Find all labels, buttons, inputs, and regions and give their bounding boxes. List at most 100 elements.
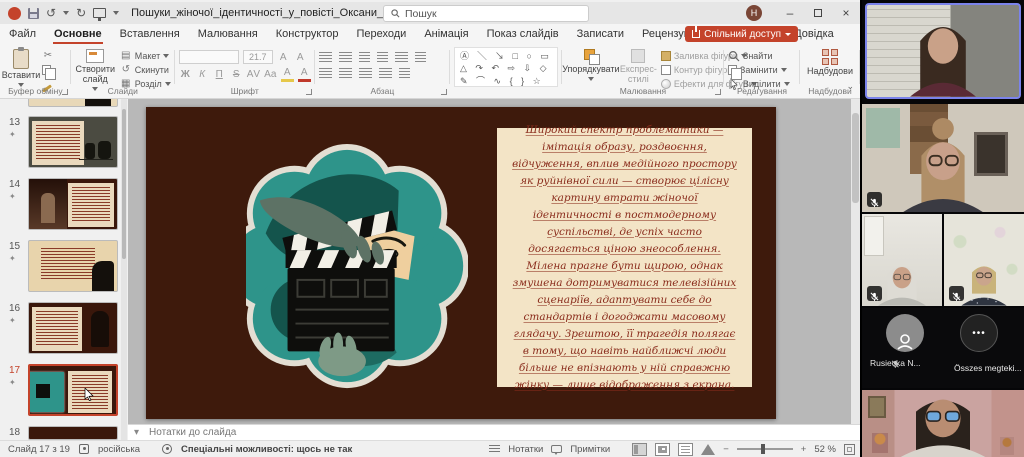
tab-insert[interactable]: Вставлення bbox=[111, 24, 189, 44]
text-direction-icon[interactable] bbox=[415, 52, 426, 63]
accessibility-status[interactable]: Спеціальні можливості: щось не так bbox=[181, 444, 352, 455]
align-right-icon[interactable] bbox=[359, 68, 372, 79]
participants-overflow-row: ••• Rusiecka N... Összes megteki... bbox=[862, 308, 1024, 388]
qat-customize-icon[interactable] bbox=[113, 11, 119, 15]
drawing-dialog-launcher[interactable] bbox=[715, 89, 721, 95]
layout-button[interactable]: ▤Макет bbox=[120, 50, 171, 62]
tab-record[interactable]: Записати bbox=[568, 24, 633, 44]
save-icon[interactable] bbox=[28, 8, 39, 19]
share-button[interactable]: Спільний доступ bbox=[685, 26, 798, 42]
undo-icon[interactable]: ↺ bbox=[46, 7, 56, 19]
person-icon bbox=[886, 332, 924, 352]
zoom-slider[interactable] bbox=[737, 448, 793, 450]
fit-slide-button[interactable] bbox=[844, 444, 855, 455]
shapes-row-3[interactable]: ✎ ⌒ ∿ { } ☆ bbox=[460, 76, 552, 87]
thumbnail-slide-16[interactable]: 16 ✦ bbox=[0, 302, 128, 356]
font-color-button[interactable]: А bbox=[298, 67, 311, 82]
animation-star-icon: ✦ bbox=[9, 254, 16, 263]
numbering-icon[interactable] bbox=[339, 52, 352, 63]
zoom-in-button[interactable]: + bbox=[801, 444, 807, 455]
editor-scrollbar[interactable] bbox=[851, 99, 860, 424]
more-participants-button[interactable]: ••• bbox=[960, 314, 998, 352]
tab-slideshow[interactable]: Показ слайдів bbox=[478, 24, 568, 44]
cut-button[interactable]: ✂ bbox=[42, 50, 54, 62]
font-name-select[interactable] bbox=[179, 50, 239, 64]
columns-icon[interactable] bbox=[399, 68, 410, 79]
justify-icon[interactable] bbox=[379, 68, 392, 79]
notes-bar[interactable]: ▾ Нотатки до слайда bbox=[128, 424, 860, 440]
font-dialog-launcher[interactable] bbox=[306, 89, 312, 95]
video-tile-5[interactable] bbox=[862, 390, 1024, 457]
tab-draw[interactable]: Малювання bbox=[189, 24, 267, 44]
participant-avatar[interactable] bbox=[886, 314, 924, 352]
copy-button[interactable] bbox=[42, 64, 54, 76]
normal-view-button[interactable] bbox=[632, 443, 647, 456]
maximize-button[interactable] bbox=[804, 2, 832, 24]
align-center-icon[interactable] bbox=[339, 68, 352, 79]
font-size-select[interactable]: 21.7 bbox=[243, 50, 273, 64]
thumbnail-scrollbar[interactable] bbox=[121, 99, 127, 440]
view-all-label[interactable]: Összes megteki... bbox=[954, 363, 1022, 373]
start-slideshow-icon[interactable] bbox=[93, 8, 106, 18]
search-input[interactable]: Пошук bbox=[383, 5, 589, 22]
close-button[interactable]: × bbox=[832, 2, 860, 24]
bullets-icon[interactable] bbox=[319, 52, 332, 63]
bold-button[interactable]: Ж bbox=[179, 69, 192, 80]
thumbnail-slide-13[interactable]: 13 ✦ bbox=[0, 116, 128, 170]
zoom-level[interactable]: 52 % bbox=[814, 444, 836, 455]
video-tile-4[interactable] bbox=[944, 214, 1024, 306]
shapes-row-1[interactable]: Ⓐ ╲ ↘ □ ○ ▭ bbox=[460, 51, 552, 62]
italic-button[interactable]: К bbox=[196, 69, 209, 80]
shrink-font-button[interactable]: А bbox=[294, 52, 307, 63]
strikethrough-button[interactable]: S bbox=[230, 69, 243, 80]
paragraph-dialog-launcher[interactable] bbox=[441, 89, 447, 95]
line-spacing-icon[interactable] bbox=[395, 52, 408, 63]
shapes-gallery[interactable]: Ⓐ ╲ ↘ □ ○ ▭ △ ↷ ↶ ⇨ ⇩ ◇ ✎ ⌒ ∿ { } ☆ bbox=[454, 47, 558, 87]
video-tile-speaker[interactable] bbox=[865, 3, 1021, 99]
increase-indent-icon[interactable] bbox=[377, 52, 388, 63]
underline-button[interactable]: П bbox=[213, 69, 226, 80]
align-left-icon[interactable] bbox=[319, 68, 332, 79]
zoom-out-button[interactable]: − bbox=[723, 444, 729, 455]
account-avatar[interactable]: Н bbox=[746, 5, 762, 21]
shapes-row-2[interactable]: △ ↷ ↶ ⇨ ⇩ ◇ bbox=[460, 63, 552, 74]
find-button[interactable]: Знайти bbox=[728, 50, 790, 62]
collapse-ribbon-icon[interactable]: ⌄ bbox=[846, 81, 854, 92]
zoom-slider-thumb[interactable] bbox=[761, 444, 765, 454]
thumbnail-slide-15[interactable]: 15 ✦ bbox=[0, 240, 128, 294]
comments-icon bbox=[551, 445, 562, 453]
thumbnail-slide-12[interactable] bbox=[0, 99, 128, 109]
tab-animations[interactable]: Анімація bbox=[415, 24, 477, 44]
thumbnail-slide-17-selected[interactable]: 17 ✦ bbox=[0, 364, 128, 418]
undo-dropdown-icon[interactable] bbox=[63, 11, 69, 15]
replace-button[interactable]: Замінити bbox=[728, 64, 790, 76]
highlight-color-button[interactable]: А bbox=[281, 67, 294, 82]
notes-collapse-icon[interactable]: ▾ bbox=[134, 427, 139, 438]
thumbnail-slide-14[interactable]: 14 ✦ bbox=[0, 178, 128, 232]
tab-transitions[interactable]: Переходи bbox=[347, 24, 415, 44]
reading-view-button[interactable] bbox=[678, 443, 693, 456]
thumbnail-slide-18[interactable]: 18 bbox=[0, 426, 128, 440]
tab-design[interactable]: Конструктор bbox=[267, 24, 348, 44]
video-tile-2[interactable] bbox=[862, 104, 1024, 212]
grow-font-button[interactable]: А bbox=[277, 52, 290, 63]
slide-text-box[interactable]: Широкий спектр проблематики — імітація о… bbox=[497, 128, 752, 387]
reset-button[interactable]: ↺Скинути bbox=[120, 64, 171, 76]
character-spacing-button[interactable]: АV bbox=[247, 69, 260, 80]
notes-toggle[interactable]: Нотатки bbox=[508, 444, 543, 455]
minimize-button[interactable]: – bbox=[776, 2, 804, 24]
tab-file[interactable]: Файл bbox=[0, 24, 45, 44]
change-case-button[interactable]: Аа bbox=[264, 69, 277, 80]
tab-home[interactable]: Основне bbox=[45, 24, 111, 44]
slide-sorter-view-button[interactable] bbox=[655, 443, 670, 456]
slide-canvas[interactable]: Широкий спектр проблематики — імітація о… bbox=[146, 107, 776, 419]
slideshow-view-button[interactable] bbox=[701, 444, 715, 455]
video-tile-3[interactable] bbox=[862, 214, 942, 306]
new-slide-icon bbox=[86, 49, 104, 63]
clipboard-dialog-launcher[interactable] bbox=[62, 89, 68, 95]
language-label[interactable]: російська bbox=[98, 444, 140, 455]
powerpoint-logo-icon[interactable] bbox=[8, 7, 21, 20]
redo-icon[interactable]: ↻ bbox=[76, 7, 86, 19]
decrease-indent-icon[interactable] bbox=[359, 52, 370, 63]
comments-toggle[interactable]: Примітки bbox=[570, 444, 610, 455]
